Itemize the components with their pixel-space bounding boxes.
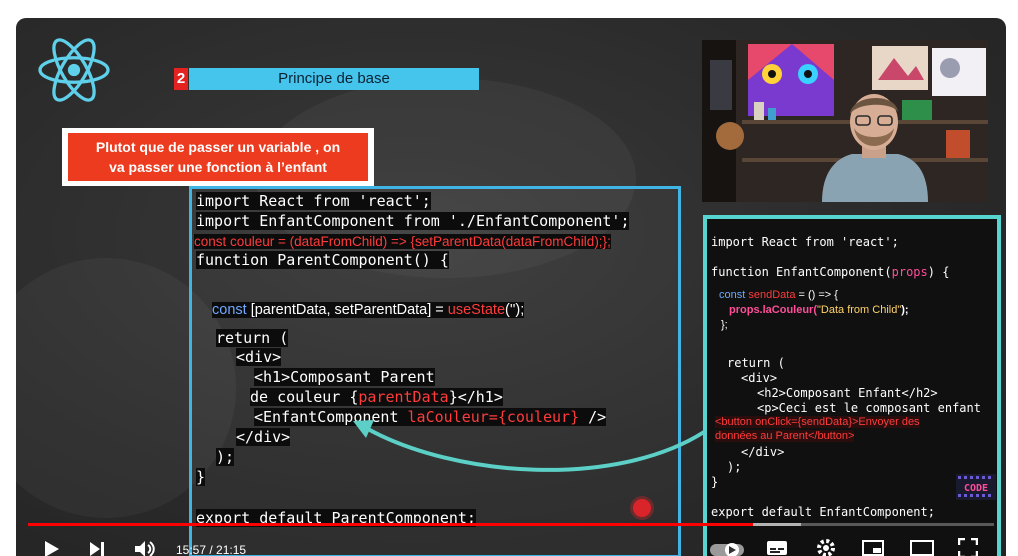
next-icon[interactable] — [88, 540, 106, 556]
code-line: const [parentData, setParentData] = useS… — [212, 302, 525, 318]
code-text: function EnfantComponent( — [711, 265, 892, 279]
code-string: "Data from Child" — [817, 304, 902, 316]
code-line: const sendData = () => { — [719, 289, 838, 301]
code-line: import React from 'react'; — [711, 235, 899, 249]
code-line: de couleur {parentData}</h1> — [250, 388, 503, 406]
code-line: <div> — [741, 371, 778, 385]
parent-code-panel: import React from 'react'; import Enfant… — [189, 186, 681, 556]
code-variable: parentData — [358, 388, 449, 406]
autoplay-icon[interactable] — [710, 542, 744, 556]
video-frame[interactable]: 2 Principe de base Plutot que de passer … — [16, 18, 1006, 556]
slide-number: 2 — [174, 68, 188, 90]
code-line: }; — [721, 319, 728, 331]
fullscreen-icon[interactable] — [958, 538, 978, 556]
code-line: return ( — [216, 329, 289, 347]
presenter-image — [702, 40, 988, 202]
theater-icon[interactable] — [910, 540, 934, 556]
code-line: </div> — [741, 445, 785, 459]
code-text: ) { — [927, 265, 950, 279]
code-line: import React from 'react'; — [196, 192, 431, 210]
code-text: }</h1> — [448, 388, 503, 406]
code-line: ); — [216, 448, 235, 466]
child-code-panel: import React from 'react'; function Enfa… — [703, 215, 1001, 556]
note-line: va passer une fonction à l’enfant — [109, 159, 327, 175]
code-function: useState — [447, 302, 506, 318]
code-text: ); — [901, 304, 909, 316]
code-line: ); — [727, 460, 742, 474]
code-line: données au Parent</button> — [715, 430, 855, 442]
player-controls: 15:57 / 21:15 — [16, 530, 1006, 556]
subtitles-icon[interactable] — [766, 540, 788, 556]
code-line: <h2>Composant Enfant</h2> — [757, 386, 938, 400]
code-line: export default EnfantComponent; — [711, 505, 935, 519]
code-line: props.laCouleur("Data from Child"); — [729, 304, 909, 316]
react-logo-icon — [38, 38, 110, 102]
code-badge-text: CODE — [964, 483, 988, 494]
code-line: <EnfantComponent laCouleur={couleur} /> — [254, 408, 607, 426]
code-text: = () => { — [795, 289, 838, 301]
note-line: Plutot que de passer un variable , on — [95, 139, 341, 155]
note-box: Plutot que de passer un variable , on va… — [62, 128, 374, 186]
code-text: (''); — [505, 302, 525, 318]
code-line: <p>Ceci est le composant enfant — [757, 401, 981, 415]
code-line: function ParentComponent() { — [196, 251, 449, 269]
note-text: Plutot que de passer un variable , on va… — [68, 133, 368, 181]
code-keyword: const — [719, 289, 749, 301]
webcam-feed — [702, 40, 988, 202]
code-line: const couleur = (dataFromChild) => {setP… — [194, 234, 611, 249]
code-line: </div> — [236, 428, 291, 446]
volume-icon[interactable] — [134, 540, 156, 556]
progress-played — [28, 523, 754, 526]
code-line: <div> — [236, 348, 282, 366]
code-line: function EnfantComponent(props) { — [711, 265, 949, 279]
code-text: <EnfantComponent — [254, 408, 408, 426]
miniplayer-icon[interactable] — [862, 540, 884, 556]
code-line: return ( — [727, 356, 785, 370]
code-param: props — [891, 265, 928, 279]
slide-title: Principe de base — [189, 68, 479, 90]
code-keyword: const — [212, 302, 247, 318]
code-text: de couleur { — [250, 388, 359, 406]
code-text: /> — [579, 408, 607, 426]
code-line: <h1>Composant Parent — [254, 368, 435, 386]
progress-bar[interactable] — [28, 523, 994, 526]
code-line: } — [196, 468, 206, 486]
code-call: props.laCouleur( — [729, 304, 818, 316]
play-icon[interactable] — [42, 540, 60, 556]
code-line: import EnfantComponent from './EnfantCom… — [196, 212, 630, 230]
code-line: } — [711, 475, 719, 489]
time-display: 15:57 / 21:15 — [176, 543, 247, 556]
code-line: <button onClick={sendData}>Envoyer des — [715, 416, 920, 428]
code-function: sendData — [748, 289, 796, 301]
record-dot-icon — [633, 499, 651, 517]
code-prop: laCouleur={couleur} — [407, 408, 580, 426]
code-text: [parentData, setParentData] = — [246, 302, 448, 318]
code-badge: CODE — [956, 474, 996, 500]
settings-icon[interactable] — [816, 538, 836, 556]
